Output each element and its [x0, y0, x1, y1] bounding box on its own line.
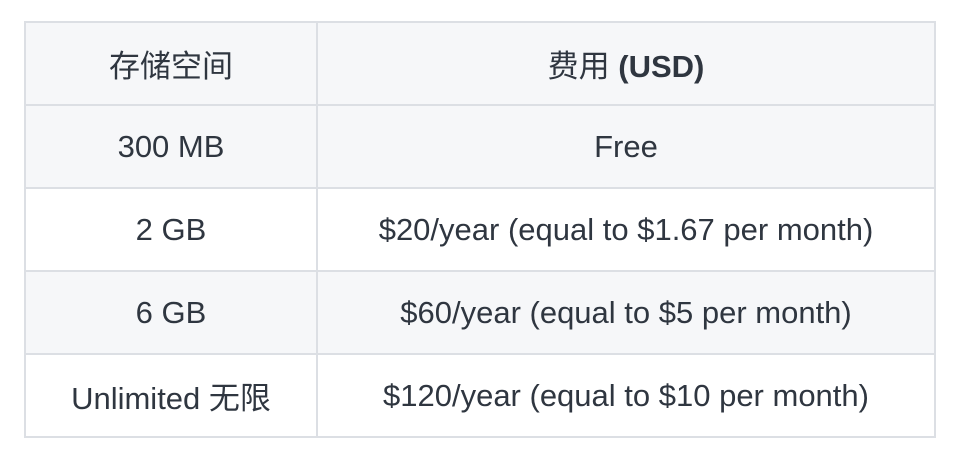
header-storage-label: 存储空间 [109, 49, 233, 84]
price-cell: $120/year (equal to $10 per month) [316, 353, 936, 438]
storage-cell: 6 GB [24, 270, 318, 355]
header-storage: 存储空间 [24, 21, 318, 106]
price-cell: $60/year (equal to $5 per month) [316, 270, 936, 355]
price-cell: Free [316, 104, 936, 189]
header-price: 费用 (USD) [316, 21, 936, 106]
table-row: 2 GB $20/year (equal to $1.67 per month) [24, 187, 936, 272]
header-price-label: 费用 [547, 49, 610, 84]
table-header-row: 存储空间 费用 (USD) [24, 21, 936, 106]
table-row: 6 GB $60/year (equal to $5 per month) [24, 270, 936, 355]
table-row: Unlimited 无限 $120/year (equal to $10 per… [24, 353, 936, 438]
storage-cell: Unlimited 无限 [24, 353, 318, 438]
header-price-unit: (USD) [618, 49, 705, 84]
storage-cell: 300 MB [24, 104, 318, 189]
pricing-table-container: 存储空间 费用 (USD) 300 MB Free 2 GB $20/year … [24, 21, 936, 438]
storage-cell: 2 GB [24, 187, 318, 272]
price-cell: $20/year (equal to $1.67 per month) [316, 187, 936, 272]
pricing-table: 存储空间 费用 (USD) 300 MB Free 2 GB $20/year … [24, 21, 936, 438]
table-row: 300 MB Free [24, 104, 936, 189]
